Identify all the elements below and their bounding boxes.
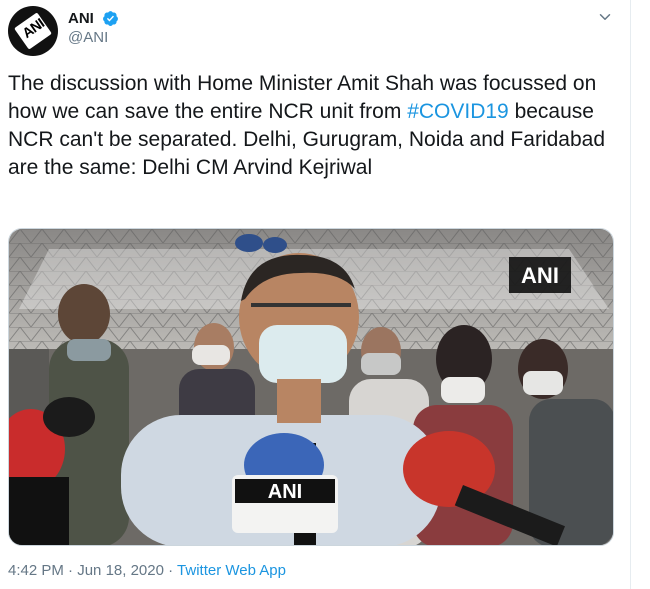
meta-separator: · [63, 562, 78, 579]
hashtag-link[interactable]: #COVID19 [407, 100, 509, 123]
tweet-media-image[interactable]: ANI ANI [8, 228, 614, 546]
video-watermark: ANI [521, 263, 559, 288]
tweet-date[interactable]: Jun 18, 2020 [77, 562, 164, 579]
panel-divider [630, 0, 631, 589]
chevron-down-icon[interactable] [596, 8, 614, 26]
tweet-metadata: 4:42 PM · Jun 18, 2020 · Twitter Web App [8, 562, 286, 579]
display-name[interactable]: ANI [68, 10, 94, 27]
tweet-card: ANI ANI @ANI The discussion with Home Mi… [0, 0, 630, 589]
tweet-text: The discussion with Home Minister Amit S… [8, 70, 620, 182]
verified-badge-icon [103, 11, 118, 26]
mic-label: ANI [268, 481, 302, 503]
tweet-time[interactable]: 4:42 PM [8, 562, 64, 579]
tweet-source-link[interactable]: Twitter Web App [177, 562, 286, 579]
meta-separator: · [163, 562, 178, 579]
handle[interactable]: @ANI [68, 29, 108, 46]
avatar[interactable]: ANI [8, 6, 58, 56]
